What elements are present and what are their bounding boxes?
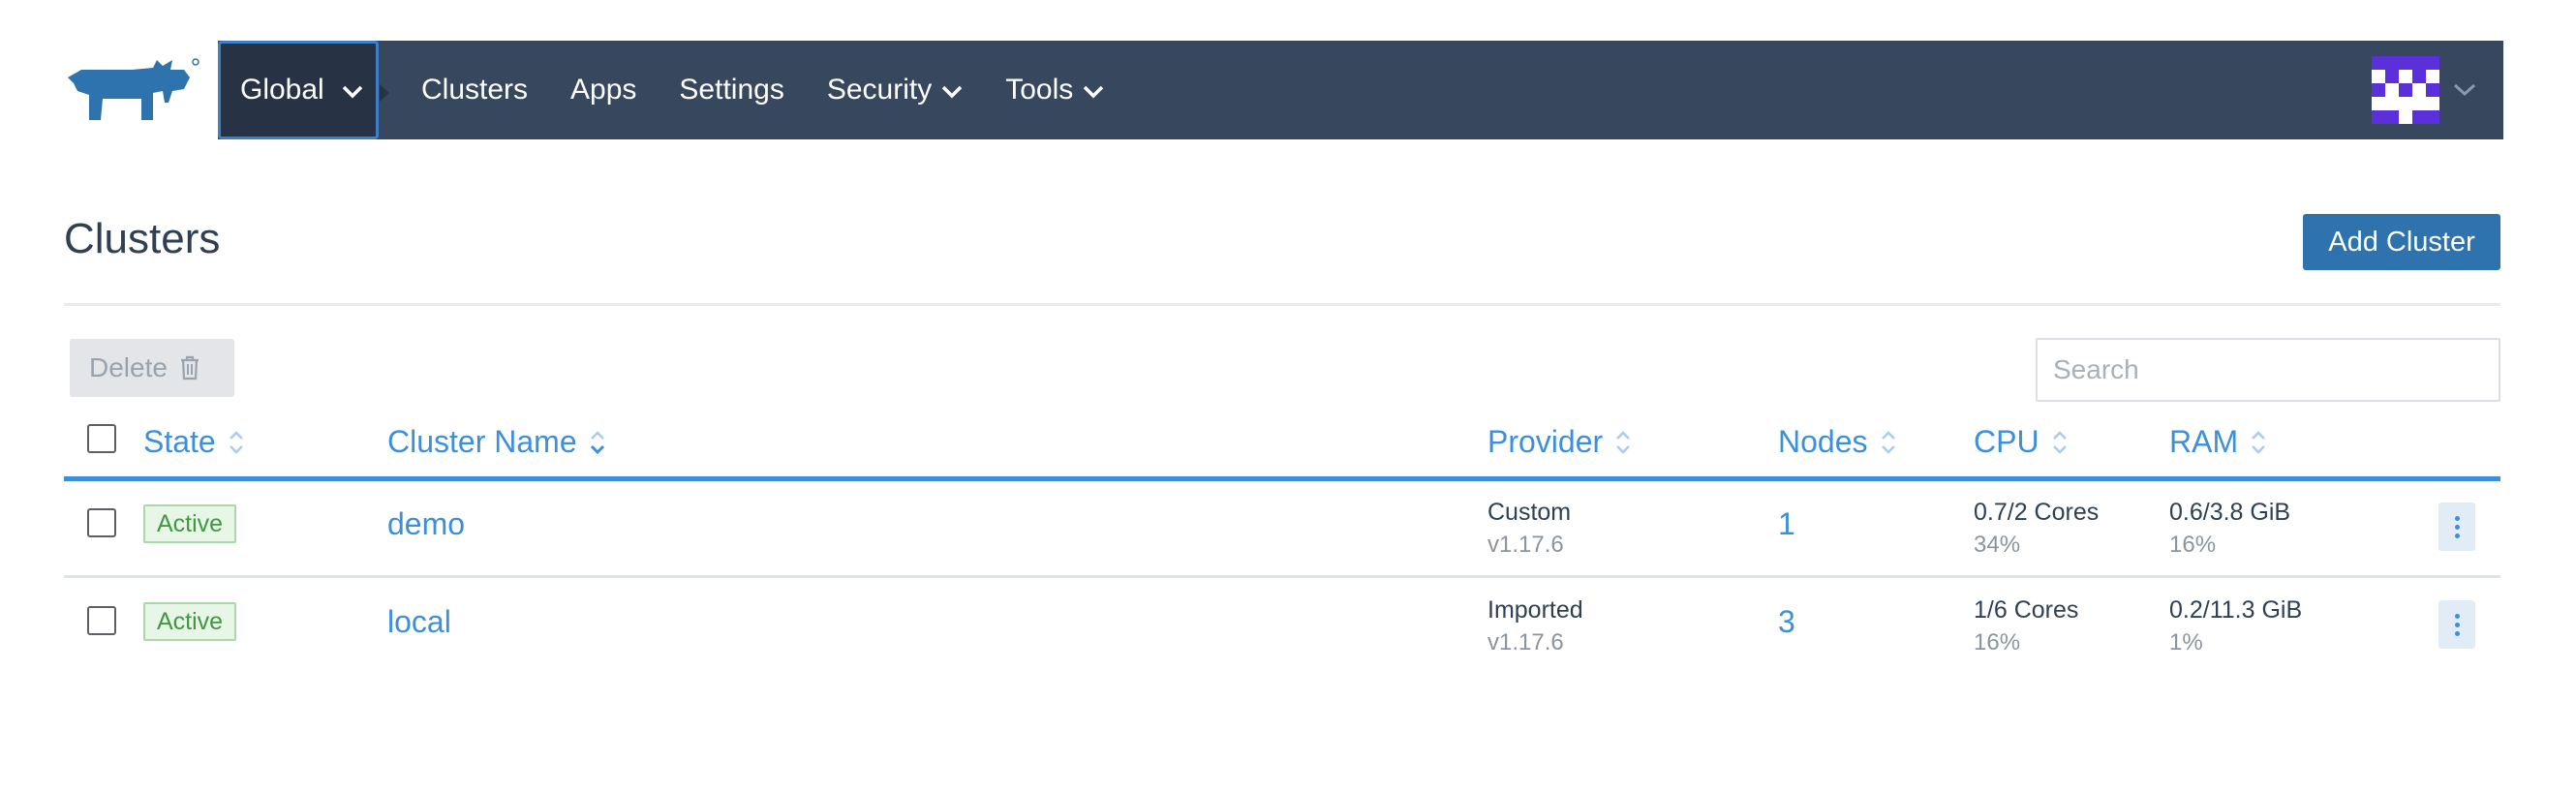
header-divider <box>64 303 2500 306</box>
nodes-count-link[interactable]: 3 <box>1778 604 1795 640</box>
cpu-percent: 34% <box>1974 532 2021 558</box>
clusters-page: Global Clusters Apps Settings Security T… <box>0 0 2576 792</box>
chevron-down-icon <box>941 85 963 99</box>
table-header: State Cluster Name Provider Nodes CPU RA… <box>64 414 2500 476</box>
column-header-state[interactable]: State <box>143 424 245 460</box>
ram-percent: 16% <box>2169 532 2217 558</box>
sort-icon <box>1616 430 1631 454</box>
sort-icon <box>2052 430 2067 454</box>
global-scope-dropdown[interactable]: Global <box>218 41 389 139</box>
nav-tools[interactable]: Tools <box>1005 74 1104 107</box>
scope-label: Global <box>240 74 324 106</box>
status-badge: Active <box>143 504 237 543</box>
select-all-checkbox[interactable] <box>87 424 116 453</box>
avatar <box>2372 56 2439 124</box>
search-input[interactable] <box>2036 338 2500 402</box>
cluster-name-link[interactable]: local <box>387 604 451 640</box>
column-label: Provider <box>1487 424 1604 459</box>
chevron-down-icon <box>342 85 362 99</box>
chevron-down-icon <box>2453 83 2476 97</box>
column-label: State <box>143 424 216 459</box>
top-navbar: Global Clusters Apps Settings Security T… <box>218 41 2503 139</box>
nav-apps-label: Apps <box>570 74 637 106</box>
provider-name: Custom <box>1487 499 1572 526</box>
status-badge: Active <box>143 602 237 641</box>
nav-clusters[interactable]: Clusters <box>421 74 528 107</box>
nav-clusters-label: Clusters <box>421 74 529 106</box>
column-label: RAM <box>2169 424 2239 459</box>
row-actions-menu-icon[interactable] <box>2438 600 2475 649</box>
row-divider <box>64 575 2500 578</box>
ram-usage: 0.2/11.3 GiB <box>2169 596 2303 624</box>
column-header-ram[interactable]: RAM <box>2169 424 2267 460</box>
add-cluster-button[interactable]: Add Cluster <box>2303 214 2500 270</box>
cpu-usage: 1/6 Cores <box>1974 596 2079 624</box>
column-header-cpu[interactable]: CPU <box>1974 424 2069 460</box>
sort-icon <box>2252 430 2265 454</box>
nav-tools-label: Tools <box>1005 74 1074 106</box>
row-checkbox[interactable] <box>87 606 116 635</box>
user-menu[interactable] <box>2372 56 2476 124</box>
cpu-usage: 0.7/2 Cores <box>1974 499 2100 526</box>
trash-icon <box>180 355 199 381</box>
nav-apps[interactable]: Apps <box>570 74 636 107</box>
ram-usage: 0.6/3.8 GiB <box>2169 499 2291 526</box>
sort-ascending-icon <box>590 430 604 454</box>
column-header-provider[interactable]: Provider <box>1487 424 1632 460</box>
nav-settings[interactable]: Settings <box>679 74 783 107</box>
chevron-down-icon <box>1084 85 1104 99</box>
cpu-percent: 16% <box>1974 629 2021 655</box>
nav-settings-label: Settings <box>679 74 784 106</box>
sort-icon <box>229 430 243 454</box>
nav-security-label: Security <box>826 74 933 106</box>
column-label: CPU <box>1974 424 2039 459</box>
column-label: Cluster Name <box>387 424 577 459</box>
row-checkbox[interactable] <box>87 508 116 537</box>
sort-icon <box>1881 430 1895 454</box>
rancher-logo-icon[interactable] <box>64 56 199 124</box>
scope-pointer <box>380 84 389 102</box>
table-row: Active demo Custom v1.17.6 1 0.7/2 Cores… <box>64 481 2500 578</box>
nodes-count-link[interactable]: 1 <box>1778 506 1795 542</box>
kubernetes-version: v1.17.6 <box>1487 629 1564 655</box>
page-title: Clusters <box>64 215 221 262</box>
row-actions-menu-icon[interactable] <box>2438 503 2475 551</box>
column-header-nodes[interactable]: Nodes <box>1778 424 1897 460</box>
cluster-name-link[interactable]: demo <box>387 506 465 542</box>
provider-name: Imported <box>1487 596 1583 624</box>
nav-security[interactable]: Security <box>827 74 963 107</box>
table-row: Active local Imported v1.17.6 3 1/6 Core… <box>64 579 2500 676</box>
column-header-cluster-name[interactable]: Cluster Name <box>387 424 606 460</box>
delete-button[interactable]: Delete <box>70 339 234 397</box>
delete-label: Delete <box>89 352 168 382</box>
column-label: Nodes <box>1778 424 1868 459</box>
kubernetes-version: v1.17.6 <box>1487 532 1564 558</box>
ram-percent: 1% <box>2169 629 2203 655</box>
